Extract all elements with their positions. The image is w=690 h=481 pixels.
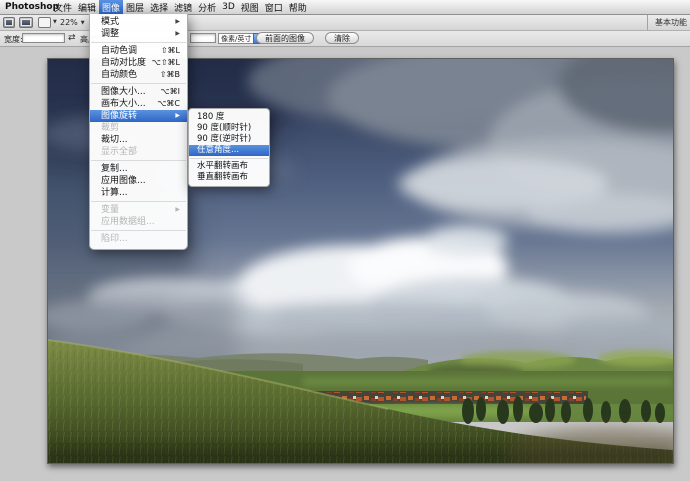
submenu-item-label: 90 度(逆时针) — [197, 134, 251, 145]
menu-item-auto-contrast[interactable]: 自动对比度 ⌥⇧⌘L — [90, 57, 187, 69]
menu-item-auto-tone[interactable]: 自动色调 ⇧⌘L — [90, 45, 187, 57]
menu-item-canvas-size[interactable]: 画布大小... ⌥⌘C — [90, 98, 187, 110]
workspace-switcher-button[interactable]: 基本功能 — [647, 15, 687, 30]
submenu-arrow-icon: ▶ — [175, 28, 180, 40]
submenu-item-90-cw[interactable]: 90 度(顺时针) — [189, 123, 269, 134]
width-label: 宽度: — [4, 34, 23, 45]
submenu-arrow-icon: ▶ — [175, 204, 180, 216]
menubar-item-analysis[interactable]: 分析 — [195, 0, 219, 14]
menu-item-label: 裁切... — [101, 134, 128, 146]
menubar-item-window[interactable]: 窗口 — [262, 0, 286, 14]
zoom-level-caret-icon: ▼ — [81, 20, 85, 26]
menubar-item-view[interactable]: 视图 — [238, 0, 262, 14]
zoom-level-dropdown[interactable]: 22% ▼ — [60, 17, 85, 28]
menu-item-apply-image[interactable]: 应用图像... — [90, 175, 187, 187]
menu-item-auto-color[interactable]: 自动颜色 ⇧⌘B — [90, 69, 187, 81]
resolution-unit-value: 像素/英寸 — [218, 33, 253, 44]
submenu-item-label: 180 度 — [197, 112, 224, 123]
menubar-item-help[interactable]: 帮助 — [286, 0, 310, 14]
menubar-item-filter[interactable]: 滤镜 — [171, 0, 195, 14]
menu-separator — [190, 158, 268, 159]
menu-item-variables[interactable]: 变量 ▶ — [90, 204, 187, 216]
menu-item-mode[interactable]: 模式 ▶ — [90, 16, 187, 28]
submenu-item-180[interactable]: 180 度 — [189, 112, 269, 123]
menubar-item-select[interactable]: 选择 — [147, 0, 171, 14]
submenu-item-arbitrary[interactable]: 任意角度... — [189, 145, 269, 156]
menu-item-apply-data-set[interactable]: 应用数据组... — [90, 216, 187, 228]
menu-item-label: 裁剪 — [101, 122, 119, 134]
view-extras-icon-art — [21, 19, 31, 26]
menubar-item-3d[interactable]: 3D — [219, 0, 238, 14]
zoom-tool-caret-icon[interactable]: ▼ — [53, 19, 57, 26]
menu-item-shortcut: ⇧⌘B — [160, 69, 180, 81]
submenu-arrow-icon: ▶ — [175, 16, 180, 28]
menu-item-trap[interactable]: 陷印... — [90, 233, 187, 245]
clear-button-label: 清除 — [334, 33, 350, 44]
menu-separator — [91, 230, 186, 231]
image-menu-dropdown: 模式 ▶ 调整 ▶ 自动色调 ⇧⌘L 自动对比度 ⌥⇧⌘L 自动颜色 ⇧⌘B 图… — [89, 14, 188, 250]
photoshop-window: Photoshop 文件 编辑 图像 图层 选择 滤镜 分析 3D 视图 窗口 … — [0, 0, 690, 481]
menu-separator — [91, 160, 186, 161]
menu-separator — [91, 42, 186, 43]
menu-item-label: 显示全部 — [101, 146, 137, 158]
menu-item-adjustments[interactable]: 调整 ▶ — [90, 28, 187, 40]
menu-item-crop[interactable]: 裁剪 — [90, 122, 187, 134]
menu-item-label: 自动色调 — [101, 45, 137, 57]
menu-item-shortcut: ⌥⇧⌘L — [152, 57, 180, 69]
menu-separator — [91, 83, 186, 84]
menubar-item-edit[interactable]: 编辑 — [75, 0, 99, 14]
menu-item-shortcut: ⌥⌘C — [157, 98, 180, 110]
menu-item-label: 应用数据组... — [101, 216, 155, 228]
submenu-item-90-ccw[interactable]: 90 度(逆时针) — [189, 134, 269, 145]
menu-item-label: 复制... — [101, 163, 128, 175]
resolution-input[interactable] — [190, 33, 216, 43]
menu-item-label: 画布大小... — [101, 98, 146, 110]
menu-bar: Photoshop 文件 编辑 图像 图层 选择 滤镜 分析 3D 视图 窗口 … — [0, 0, 690, 15]
front-image-button[interactable]: 前面的图像 — [256, 32, 314, 44]
submenu-item-flip-horizontal[interactable]: 水平翻转画布 — [189, 161, 269, 172]
menu-item-label: 图像旋转 — [101, 110, 137, 122]
menu-item-image-size[interactable]: 图像大小... ⌥⌘I — [90, 86, 187, 98]
submenu-item-label: 垂直翻转画布 — [197, 172, 248, 183]
menu-item-label: 调整 — [101, 28, 119, 40]
menu-item-label: 图像大小... — [101, 86, 146, 98]
submenu-arrow-icon: ▶ — [175, 110, 180, 122]
submenu-item-label: 水平翻转画布 — [197, 161, 248, 172]
submenu-item-label: 90 度(顺时针) — [197, 123, 251, 134]
bridge-launcher-icon[interactable] — [3, 17, 15, 28]
image-rotation-submenu: 180 度 90 度(顺时针) 90 度(逆时针) 任意角度... 水平翻转画布… — [188, 108, 270, 187]
front-image-button-label: 前面的图像 — [265, 33, 305, 44]
menu-item-reveal-all[interactable]: 显示全部 — [90, 146, 187, 158]
menu-item-shortcut: ⇧⌘L — [161, 45, 180, 57]
menu-separator — [91, 201, 186, 202]
submenu-item-flip-vertical[interactable]: 垂直翻转画布 — [189, 172, 269, 183]
zoom-level-value: 22% — [60, 18, 78, 27]
submenu-item-label: 任意角度... — [197, 145, 239, 156]
menu-item-duplicate[interactable]: 复制... — [90, 163, 187, 175]
menu-item-calculations[interactable]: 计算... — [90, 187, 187, 199]
menu-item-trim[interactable]: 裁切... — [90, 134, 187, 146]
menu-item-label: 应用图像... — [101, 175, 146, 187]
menu-item-image-rotation[interactable]: 图像旋转 ▶ — [90, 110, 187, 122]
workspace-label: 基本功能 — [655, 17, 687, 28]
menu-item-label: 自动对比度 — [101, 57, 146, 69]
menubar-app-title: Photoshop — [0, 0, 51, 14]
swap-dimensions-icon[interactable]: ⇄ — [68, 33, 76, 43]
menu-item-label: 模式 — [101, 16, 119, 28]
menubar-item-image[interactable]: 图像 — [99, 0, 123, 14]
menubar-item-layer[interactable]: 图层 — [123, 0, 147, 14]
menu-item-shortcut: ⌥⌘I — [160, 86, 180, 98]
bridge-launcher-icon-art — [5, 19, 13, 26]
menu-item-label: 计算... — [101, 187, 128, 199]
view-extras-icon[interactable] — [19, 17, 33, 28]
width-input[interactable] — [22, 33, 65, 43]
menubar-item-file[interactable]: 文件 — [51, 0, 75, 14]
zoom-tool-icon[interactable] — [38, 17, 51, 28]
menu-item-label: 变量 — [101, 204, 119, 216]
menu-item-label: 陷印... — [101, 233, 128, 245]
menu-item-label: 自动颜色 — [101, 69, 137, 81]
clear-button[interactable]: 清除 — [325, 32, 359, 44]
